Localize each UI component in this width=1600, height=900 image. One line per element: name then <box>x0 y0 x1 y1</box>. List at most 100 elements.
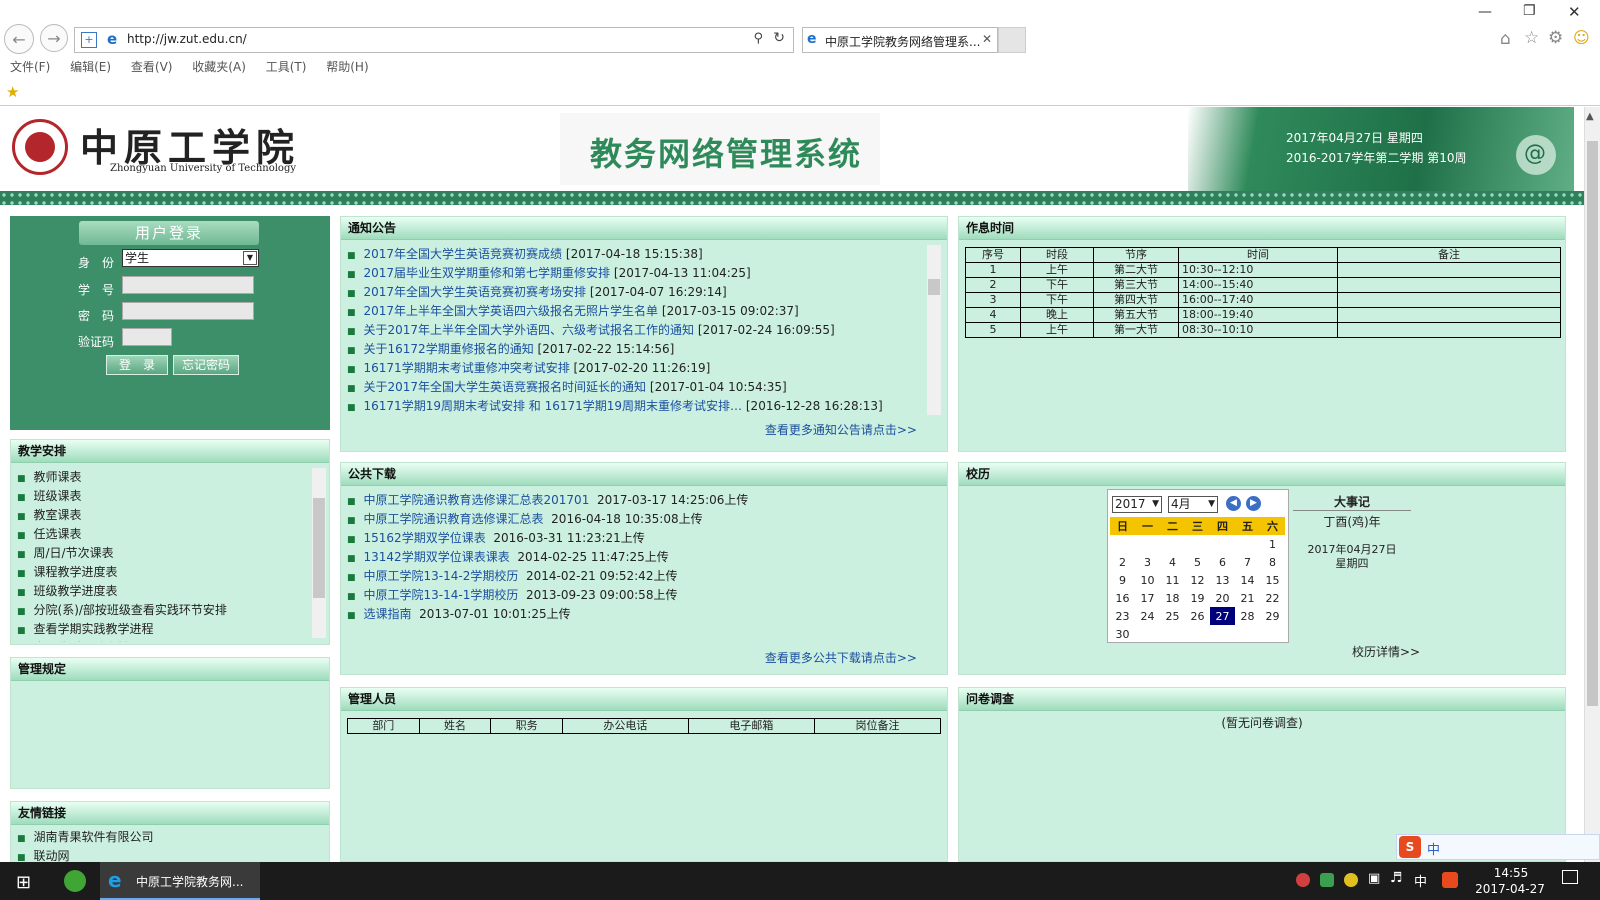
download-item[interactable]: ■ 13142学期双学位课表课表 2014-02-25 11:47:25上传 <box>347 548 937 567</box>
calendar-day[interactable]: 9 <box>1110 571 1135 589</box>
month-select[interactable]: 4月 ▼ <box>1168 496 1218 513</box>
menu-help[interactable]: 帮助(H) <box>326 60 368 74</box>
close-window-button[interactable]: ✕ <box>1568 3 1581 21</box>
downloads-more-link[interactable]: 查看更多公共下载请点击>> <box>765 649 917 666</box>
refresh-icon[interactable]: ↻ <box>773 30 785 46</box>
login-button[interactable]: 登 录 <box>106 355 168 375</box>
captcha-input[interactable] <box>122 328 172 346</box>
download-item[interactable]: ■ 选课指南 2013-07-01 10:01:25上传 <box>347 605 937 624</box>
calendar-day[interactable]: 2 <box>1110 553 1135 571</box>
teaching-item[interactable]: ■ 班级教学进度表 <box>17 582 307 601</box>
calendar-day[interactable]: 6 <box>1210 553 1235 571</box>
calendar-day[interactable]: 17 <box>1135 589 1160 607</box>
calendar-day[interactable]: 21 <box>1235 589 1260 607</box>
role-select[interactable]: 学生 ▼ <box>122 249 259 267</box>
favorites-bar-star-icon[interactable]: ★ <box>6 83 19 101</box>
scroll-thumb[interactable] <box>1587 141 1598 706</box>
restore-button[interactable]: ❐ <box>1523 3 1536 19</box>
forgot-password-button[interactable]: 忘记密码 <box>173 355 239 375</box>
calendar-day[interactable]: 15 <box>1260 571 1285 589</box>
network-icon[interactable]: ▣ <box>1368 871 1380 886</box>
input-language-indicator[interactable]: 中 <box>1414 871 1427 890</box>
close-tab-icon[interactable]: ✕ <box>982 32 992 46</box>
teaching-item[interactable]: ■ 任选课表 <box>17 525 307 544</box>
ime-mode-icon[interactable]: 中 <box>1427 839 1440 858</box>
calendar-day[interactable]: 23 <box>1110 607 1135 625</box>
teaching-item[interactable]: ■ 班级课表 <box>17 487 307 506</box>
notice-item[interactable]: ■ 2017年全国大学生英语竞赛初赛成绩 [2017-04-18 15:15:38… <box>347 245 917 264</box>
shield-icon[interactable] <box>1320 873 1334 887</box>
tray-app-icon[interactable] <box>1296 873 1310 887</box>
menu-file[interactable]: 文件(F) <box>10 60 50 74</box>
browser-tab[interactable]: e 中原工学院教务网络管理系... ✕ <box>802 27 998 53</box>
volume-icon[interactable]: ♬ <box>1390 870 1403 886</box>
next-month-icon[interactable]: ▶ <box>1246 496 1261 511</box>
notices-more-link[interactable]: 查看更多通知公告请点击>> <box>765 421 917 438</box>
search-icon[interactable]: ⚲ <box>753 31 763 46</box>
download-item[interactable]: ■ 中原工学院通识教育选修课汇总表201701 2017-03-17 14:25:… <box>347 491 937 510</box>
list-item[interactable]: ■ 湖南青果软件有限公司 <box>17 828 154 847</box>
browser-360-icon[interactable] <box>64 870 86 892</box>
teaching-item[interactable]: ■ 课程教学进度表 <box>17 563 307 582</box>
sogou-tray-icon[interactable] <box>1442 872 1458 888</box>
calendar-day[interactable]: 4 <box>1160 553 1185 571</box>
calendar-day[interactable]: 10 <box>1135 571 1160 589</box>
taskbar-ie-app[interactable]: e 中原工学院教务网... <box>100 862 260 900</box>
calendar-day[interactable]: 26 <box>1185 607 1210 625</box>
back-button[interactable]: ← <box>4 24 34 54</box>
calendar-day[interactable]: 25 <box>1160 607 1185 625</box>
notice-item[interactable]: ■ 关于2017年上半年全国大学外语四、六级考试报名工作的通知 [2017-02-… <box>347 321 917 340</box>
calendar-day[interactable]: 18 <box>1160 589 1185 607</box>
notification-center-icon[interactable] <box>1562 870 1578 884</box>
calendar-day[interactable]: 8 <box>1260 553 1285 571</box>
clock-date[interactable]: 2017-04-27 <box>1470 882 1550 896</box>
notices-scrollbar[interactable] <box>927 245 941 415</box>
forward-button[interactable]: → <box>40 24 68 52</box>
url-text[interactable]: http://jw.zut.edu.cn/ <box>127 32 247 46</box>
teaching-scrollbar[interactable] <box>312 468 326 638</box>
windows-start-icon[interactable]: ⊞ <box>16 872 31 893</box>
calendar-day[interactable]: 13 <box>1210 571 1235 589</box>
calendar-day[interactable]: 1 <box>1260 535 1285 553</box>
teaching-item[interactable]: ■查看临时活动安排 <box>17 639 307 642</box>
calendar-day[interactable]: 28 <box>1235 607 1260 625</box>
download-item[interactable]: ■ 中原工学院通识教育选修课汇总表 2016-04-18 10:35:08上传 <box>347 510 937 529</box>
home-icon[interactable]: ⌂ <box>1500 29 1511 49</box>
teaching-item[interactable]: ■ 教师课表 <box>17 468 307 487</box>
clock-time[interactable]: 14:55 <box>1476 866 1546 880</box>
address-bar[interactable]: + e http://jw.zut.edu.cn/ ⚲ ↻ <box>74 27 794 53</box>
prev-month-icon[interactable]: ◀ <box>1226 496 1241 511</box>
calendar-day[interactable]: 24 <box>1135 607 1160 625</box>
calendar-day[interactable]: 7 <box>1235 553 1260 571</box>
chevron-down-icon[interactable]: ▼ <box>243 251 257 265</box>
teaching-item[interactable]: ■ 周/日/节次课表 <box>17 544 307 563</box>
calendar-day[interactable]: 14 <box>1235 571 1260 589</box>
calendar-details-link[interactable]: 校历详情>> <box>1352 643 1420 660</box>
page-scrollbar[interactable]: ▲ <box>1584 107 1600 862</box>
notice-item[interactable]: ■ 2017年上半年全国大学英语四六级报名无照片学生名单 [2017-03-15 … <box>347 302 917 321</box>
notice-item[interactable]: ■ 16171学期期末考试重修冲突考试安排 [2017-02-20 11:26:1… <box>347 359 917 378</box>
menu-edit[interactable]: 编辑(E) <box>70 60 111 74</box>
calendar-day[interactable]: 22 <box>1260 589 1285 607</box>
calendar-day[interactable]: 27 <box>1210 607 1235 625</box>
calendar-day[interactable]: 19 <box>1185 589 1210 607</box>
calendar-day[interactable]: 16 <box>1110 589 1135 607</box>
calendar-day[interactable]: 11 <box>1160 571 1185 589</box>
notice-item[interactable]: ■ 2017届毕业生双学期重修和第七学期重修安排 [2017-04-13 11:0… <box>347 264 917 283</box>
year-select[interactable]: 2017 ▼ <box>1112 496 1162 513</box>
notice-item[interactable]: ■ 关于16172学期重修报名的通知 [2017-02-22 15:14:56] <box>347 340 917 359</box>
notice-item[interactable]: ■ 关于2017年全国大学生英语竞赛报名时间延长的通知 [2017-01-04 1… <box>347 378 917 397</box>
calendar-day[interactable]: 29 <box>1260 607 1285 625</box>
teaching-item[interactable]: ■ 查看学期实践教学进程 <box>17 620 307 639</box>
settings-gear-icon[interactable]: ⚙ <box>1548 28 1563 48</box>
tray-plus-icon[interactable] <box>1344 873 1358 887</box>
new-tab-button[interactable] <box>998 27 1026 53</box>
teaching-item[interactable]: ■ 分院(系)/部按班级查看实践环节安排 <box>17 601 307 620</box>
menu-view[interactable]: 查看(V) <box>131 60 173 74</box>
add-site-icon[interactable]: + <box>81 32 97 48</box>
favorites-star-icon[interactable]: ☆ <box>1524 28 1539 48</box>
ime-toolbar[interactable]: S 中 <box>1396 834 1600 860</box>
scroll-up-icon[interactable]: ▲ <box>1586 111 1594 122</box>
calendar-day[interactable]: 20 <box>1210 589 1235 607</box>
student-id-input[interactable] <box>122 276 254 294</box>
